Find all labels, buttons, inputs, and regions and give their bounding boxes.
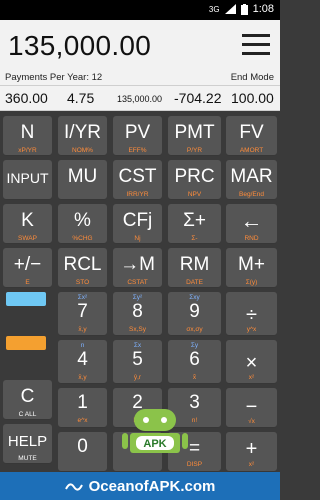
watermark-banner: OceanofAPK.com: [0, 472, 280, 500]
one-key[interactable]: 1 e^x: [58, 388, 107, 428]
register-pv: 135,000.00: [117, 94, 163, 104]
orange-shift-key[interactable]: [6, 336, 46, 350]
input-key[interactable]: INPUT: [3, 160, 52, 200]
fv-key[interactable]: FV AMORT: [226, 116, 277, 156]
rm-key[interactable]: RM DATE: [168, 248, 221, 288]
backspace-key[interactable]: ← RND: [226, 204, 277, 244]
prc-key[interactable]: PRC NPV: [168, 160, 221, 200]
main-display: 135,000.00 Payments Per Year: 12 End Mod…: [0, 20, 280, 86]
watermark-site: OceanofAPK.com: [88, 477, 216, 495]
seven-key[interactable]: Σx² 7 x̄,y: [58, 292, 107, 336]
help-key[interactable]: HELP MUTE: [3, 424, 52, 464]
cst-key[interactable]: CST IRR/YR: [113, 160, 162, 200]
battery-icon: [240, 3, 248, 15]
menu-icon[interactable]: [242, 34, 270, 56]
cfj-key[interactable]: CFj Nj: [113, 204, 162, 244]
apk-badge-text: APK: [143, 438, 166, 450]
register-iyr: 4.75: [67, 90, 95, 106]
six-key[interactable]: Σy 6 x̂: [168, 340, 221, 384]
android-robot-icon: APK: [122, 409, 188, 453]
signal-icon: [224, 4, 236, 14]
display-value: 135,000.00: [8, 30, 152, 61]
plus-key[interactable]: + x²: [226, 432, 277, 472]
minus-key[interactable]: − √x: [226, 388, 277, 428]
iyr-key[interactable]: I/YR NOM%: [58, 116, 107, 156]
mar-key[interactable]: MAR Beg/End: [226, 160, 277, 200]
zero-key[interactable]: 0: [58, 432, 107, 472]
blue-shift-key[interactable]: [6, 292, 46, 306]
divide-key[interactable]: ÷ y^x: [226, 292, 277, 336]
register-n: 360.00: [5, 90, 48, 106]
sigma-plus-key[interactable]: Σ+ Σ-: [168, 204, 221, 244]
wave-icon: [64, 483, 83, 491]
end-mode-label: End Mode: [230, 72, 274, 83]
rcl-key[interactable]: RCL STO: [58, 248, 107, 288]
four-key[interactable]: n 4 x̄,y: [58, 340, 107, 384]
register-bar: 360.00 4.75 135,000.00 -704.22 100.00: [0, 86, 280, 111]
register-fv: 100.00: [231, 90, 274, 106]
register-pmt: -704.22: [174, 90, 222, 106]
nine-key[interactable]: Σxy 9 σx,σy: [168, 292, 221, 336]
five-key[interactable]: Σx 5 ŷ,r: [113, 340, 162, 384]
payments-per-year-label: Payments Per Year: 12: [5, 72, 103, 83]
to-memory-key[interactable]: →M CSTAT: [113, 248, 162, 288]
mu-key[interactable]: MU: [58, 160, 107, 200]
pv-key[interactable]: PV EFF%: [113, 116, 162, 156]
status-bar: 3G 1:08: [0, 0, 280, 20]
clock: 1:08: [252, 3, 274, 15]
pmt-key[interactable]: PMT P/YR: [168, 116, 221, 156]
multiply-key[interactable]: × x²: [226, 340, 277, 384]
plus-minus-key[interactable]: +/− E: [3, 248, 52, 288]
m-plus-key[interactable]: M+ Σ(y): [226, 248, 277, 288]
clear-key[interactable]: CC ALL: [3, 380, 52, 420]
n-key[interactable]: NxP/YR: [3, 116, 52, 156]
percent-key[interactable]: % %CHG: [58, 204, 107, 244]
network-indicator: 3G: [208, 4, 220, 14]
eight-key[interactable]: Σy² 8 Sx,Sy: [113, 292, 162, 336]
k-key[interactable]: K SWAP: [3, 204, 52, 244]
